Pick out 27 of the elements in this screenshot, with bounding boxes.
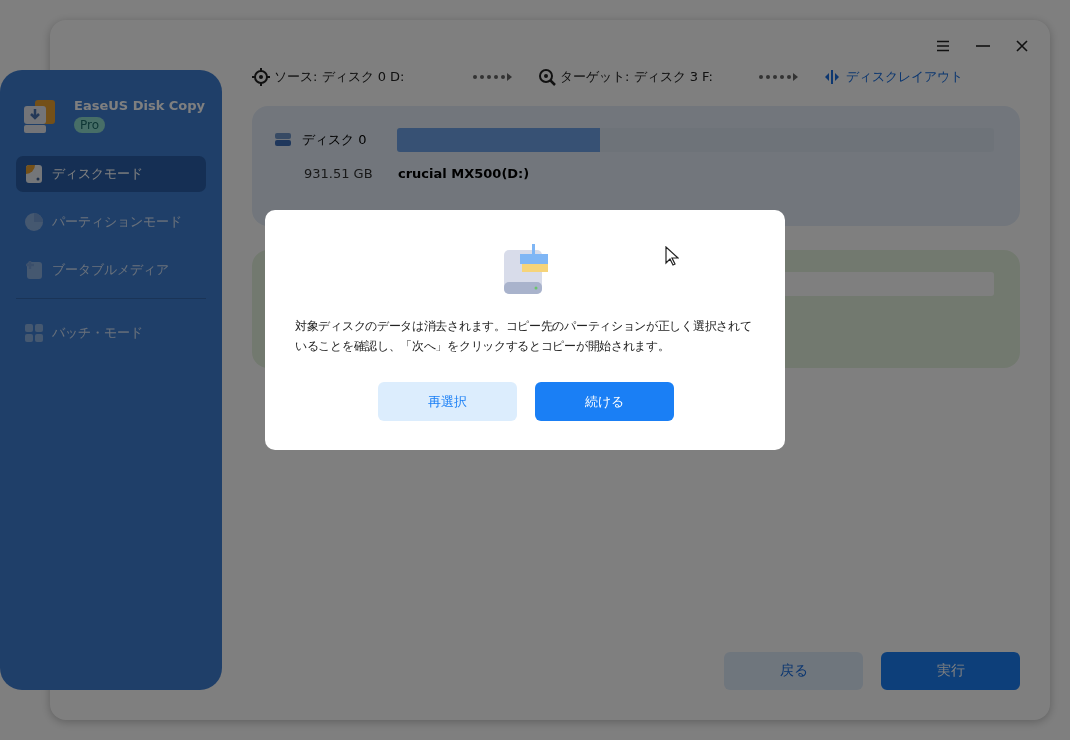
disk-name: ディスク 0 (302, 131, 368, 149)
dotted-arrow-icon (472, 73, 512, 81)
dotted-arrow-icon (758, 73, 798, 81)
target-label: ターゲット: ディスク 3 F: (560, 68, 714, 86)
continue-button[interactable]: 続ける (535, 382, 674, 421)
pro-badge: Pro (74, 117, 106, 133)
disk-size: 931.51 GB (304, 166, 374, 181)
source-label: ソース: ディスク 0 D: (274, 68, 406, 86)
run-button[interactable]: 実行 (881, 652, 1020, 690)
reselect-button[interactable]: 再選択 (378, 382, 517, 421)
close-icon[interactable] (1016, 40, 1028, 52)
disk-copy-logo-icon (22, 98, 58, 134)
target-search-icon (538, 68, 556, 86)
mouse-pointer-icon (665, 246, 679, 266)
warning-message: 対象ディスクのデータは消去されます。コピー先のパーティションが正しく選択されていることを確認し、「次へ」をクリックするとコピーが開始されます。 (295, 318, 753, 355)
drive-icon (274, 133, 292, 147)
split-arrows-icon (824, 70, 840, 84)
disk-card[interactable]: ディスク 0 931.51 GB crucial MX500(D:) (252, 106, 1020, 226)
disk-layout-link[interactable]: ディスクレイアウト (824, 68, 963, 86)
disk-model: crucial MX500(D:) (398, 166, 530, 181)
drive-icon (24, 164, 44, 184)
crosshair-icon (252, 68, 270, 86)
menu-icon[interactable] (936, 40, 950, 52)
sidebar-item[interactable]: ディスクモード (16, 156, 206, 192)
app-name: EaseUS Disk Copy (74, 98, 206, 113)
drive-erase-icon (502, 244, 550, 296)
back-button[interactable]: 戻る (724, 652, 863, 690)
